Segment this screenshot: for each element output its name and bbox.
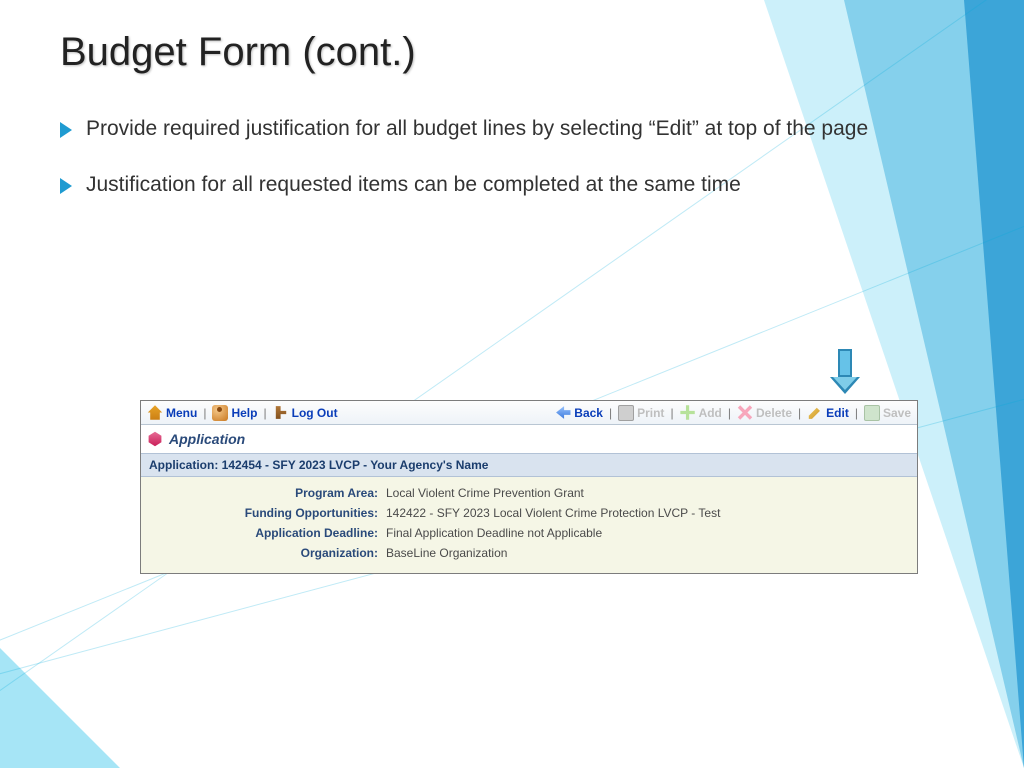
logout-label: Log Out [292, 406, 338, 420]
separator: | [855, 406, 858, 420]
triangle-bullet-icon [60, 178, 72, 194]
home-icon [147, 405, 163, 421]
add-icon [680, 405, 696, 421]
back-button[interactable]: Back [553, 405, 605, 421]
bullet-text: Provide required justification for all b… [86, 115, 868, 143]
save-button: Save [862, 405, 913, 421]
bullet-item: Provide required justification for all b… [60, 115, 880, 143]
print-icon [618, 405, 634, 421]
back-icon [555, 405, 571, 421]
delete-button: Delete [735, 405, 794, 421]
application-title-bar: Application: 142454 - SFY 2023 LVCP - Yo… [141, 453, 917, 477]
separator: | [670, 406, 673, 420]
back-label: Back [574, 406, 603, 420]
field-label: Program Area: [141, 483, 386, 503]
add-button: Add [678, 405, 724, 421]
delete-icon [737, 405, 753, 421]
separator: | [728, 406, 731, 420]
help-button[interactable]: Help [210, 405, 259, 421]
application-panel: Menu | Help | Log Out Back | Print [140, 400, 918, 574]
help-icon [212, 405, 228, 421]
save-icon [864, 405, 880, 421]
app-toolbar: Menu | Help | Log Out Back | Print [141, 401, 917, 425]
field-label: Application Deadline: [141, 523, 386, 543]
separator: | [203, 406, 206, 420]
triangle-bullet-icon [60, 122, 72, 138]
menu-button[interactable]: Menu [145, 405, 199, 421]
edit-label: Edit [826, 406, 849, 420]
logout-button[interactable]: Log Out [271, 405, 340, 421]
section-title: Application [169, 431, 245, 447]
logout-icon [273, 405, 289, 421]
separator: | [263, 406, 266, 420]
menu-label: Menu [166, 406, 197, 420]
callout-arrow-icon [830, 349, 860, 394]
save-label: Save [883, 406, 911, 420]
field-application-deadline: Application Deadline: Final Application … [141, 523, 917, 543]
field-value: 142422 - SFY 2023 Local Violent Crime Pr… [386, 503, 720, 523]
field-funding-opportunities: Funding Opportunities: 142422 - SFY 2023… [141, 503, 917, 523]
edit-icon [807, 405, 823, 421]
slide-title: Budget Form (cont.) [60, 30, 964, 75]
add-label: Add [699, 406, 722, 420]
field-label: Organization: [141, 543, 386, 563]
field-value: BaseLine Organization [386, 543, 507, 563]
delete-label: Delete [756, 406, 792, 420]
print-button: Print [616, 405, 666, 421]
field-label: Funding Opportunities: [141, 503, 386, 523]
bullet-item: Justification for all requested items ca… [60, 171, 880, 199]
edit-button[interactable]: Edit [805, 405, 851, 421]
section-header: Application [141, 425, 917, 453]
field-value: Local Violent Crime Prevention Grant [386, 483, 584, 503]
application-details: Program Area: Local Violent Crime Preven… [141, 477, 917, 573]
application-icon [147, 431, 163, 447]
field-program-area: Program Area: Local Violent Crime Preven… [141, 483, 917, 503]
field-value: Final Application Deadline not Applicabl… [386, 523, 602, 543]
separator: | [609, 406, 612, 420]
separator: | [798, 406, 801, 420]
field-organization: Organization: BaseLine Organization [141, 543, 917, 563]
print-label: Print [637, 406, 664, 420]
bullet-text: Justification for all requested items ca… [86, 171, 741, 199]
help-label: Help [231, 406, 257, 420]
bullet-list: Provide required justification for all b… [60, 115, 964, 200]
